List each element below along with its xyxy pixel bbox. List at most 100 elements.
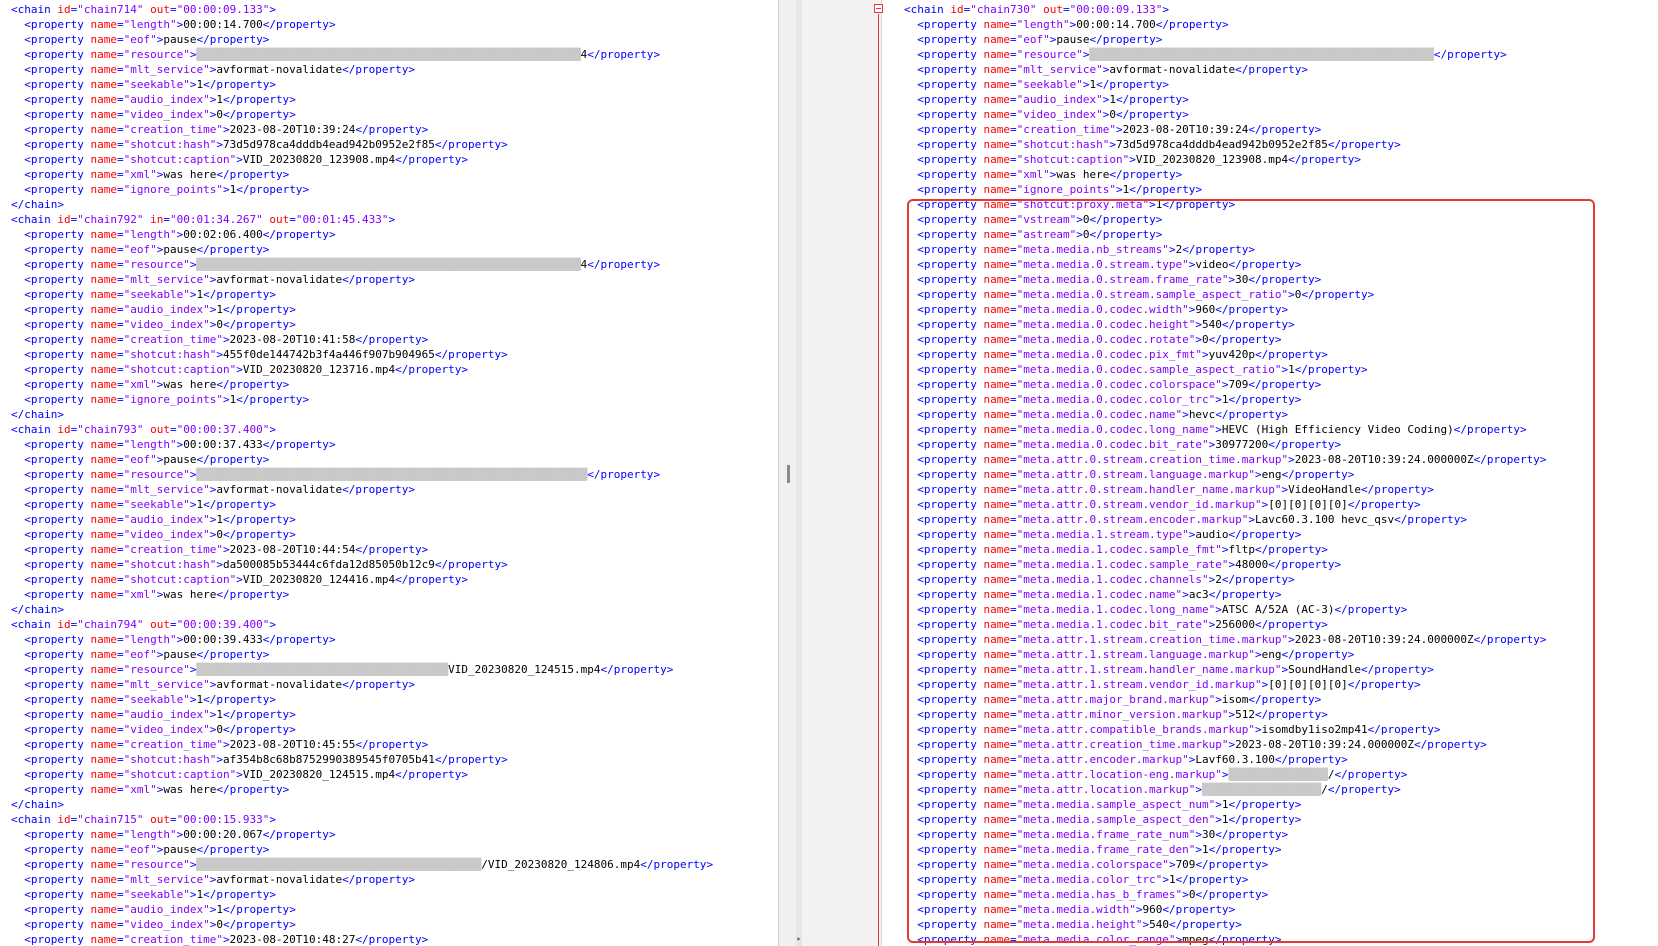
code-line[interactable]: <property name="creation_time">2023-08-2…	[0, 122, 778, 137]
code-token: "shotcut:caption"	[123, 768, 237, 781]
code-line[interactable]: 53077 <property name="eof">pause</proper…	[802, 32, 1658, 47]
code-line[interactable]: 53076 <property name="length">00:00:14.7…	[802, 17, 1658, 32]
code-line[interactable]: <property name="shotcut:caption">VID_202…	[0, 767, 778, 782]
code-line[interactable]: <property name="resource">██████████████…	[0, 47, 778, 62]
code-line[interactable]: <property name="eof">pause</property>	[0, 32, 778, 47]
code-line[interactable]: </chain>	[0, 797, 778, 812]
code-line[interactable]: <property name="seekable">1</property>	[0, 287, 778, 302]
code-line[interactable]: <property name="eof">pause</property>	[0, 842, 778, 857]
fold-minus-icon[interactable]	[874, 4, 883, 13]
code-line[interactable]: <chain id="chain794" out="00:00:39.400">	[0, 617, 778, 632]
code-token: property	[30, 828, 84, 841]
code-line[interactable]: <property name="creation_time">2023-08-2…	[0, 737, 778, 752]
code-line[interactable]: <property name="length">00:00:14.700</pr…	[0, 17, 778, 32]
code-line[interactable]: <property name="eof">pause</property>	[0, 452, 778, 467]
code-line[interactable]: <property name="mlt_service">avformat-no…	[0, 482, 778, 497]
code-line[interactable]: <property name="shotcut:hash">af354b8c68…	[0, 752, 778, 767]
code-line[interactable]: 53086 <property name="xml">was here</pro…	[802, 167, 1658, 182]
code-token: >	[302, 393, 310, 406]
left-editor-pane[interactable]: <chain id="chain714" out="00:00:09.133">…	[0, 0, 778, 946]
code-line[interactable]: </chain>	[0, 602, 778, 617]
code-line[interactable]: <property name="eof">pause</property>	[0, 242, 778, 257]
code-line[interactable]: <property name="xml">was here</property>	[0, 782, 778, 797]
code-line[interactable]: <property name="length">00:00:37.433</pr…	[0, 437, 778, 452]
code-token: property	[229, 168, 283, 181]
code-line[interactable]: <property name="shotcut:hash">455f0de144…	[0, 347, 778, 362]
code-line[interactable]: <property name="xml">was here</property>	[0, 377, 778, 392]
code-line[interactable]: 53084 <property name="shotcut:hash">73d5…	[802, 137, 1658, 152]
code-line[interactable]: <chain id="chain793" out="00:00:37.400">	[0, 422, 778, 437]
code-line[interactable]: <property name="shotcut:hash">73d5d978ca…	[0, 137, 778, 152]
code-line[interactable]: <property name="creation_time">2023-08-2…	[0, 542, 778, 557]
code-line[interactable]: <property name="eof">pause</property>	[0, 647, 778, 662]
code-line[interactable]: </chain>	[0, 197, 778, 212]
code-token: out	[150, 3, 170, 16]
code-line[interactable]: <property name="video_index">0</property…	[0, 107, 778, 122]
splitter-grip-icon[interactable]	[787, 465, 790, 483]
code-line[interactable]: 53079 <property name="mlt_service">avfor…	[802, 62, 1658, 77]
code-token: >	[1354, 153, 1362, 166]
code-line[interactable]: <property name="xml">was here</property>	[0, 587, 778, 602]
code-line[interactable]: <property name="resource">██████████████…	[0, 467, 778, 482]
code-line[interactable]: <chain id="chain715" out="00:00:15.933">	[0, 812, 778, 827]
code-token: "creation_time"	[123, 738, 223, 751]
code-line[interactable]: <property name="mlt_service">avformat-no…	[0, 272, 778, 287]
code-token: >	[216, 138, 223, 151]
code-line[interactable]: <property name="mlt_service">avformat-no…	[0, 677, 778, 692]
code-token: name	[983, 168, 1010, 181]
code-line[interactable]: <property name="seekable">1</property>	[0, 887, 778, 902]
code-line[interactable]: <property name="length">00:00:20.067</pr…	[0, 827, 778, 842]
code-line[interactable]: <chain id="chain792" in="00:01:34.267" o…	[0, 212, 778, 227]
code-line[interactable]: <property name="audio_index">1</property…	[0, 92, 778, 107]
code-line[interactable]: <property name="video_index">0</property…	[0, 722, 778, 737]
code-token: >	[1182, 93, 1189, 106]
code-line[interactable]: <property name="shotcut:caption">VID_202…	[0, 572, 778, 587]
code-line[interactable]: <property name="shotcut:caption">VID_202…	[0, 152, 778, 167]
code-line[interactable]: 53075<chain id="chain730" out="00:00:09.…	[802, 2, 1658, 17]
code-line[interactable]: <property name="resource">██████████████…	[0, 857, 778, 872]
code-line[interactable]: <property name="video_index">0</property…	[0, 317, 778, 332]
code-line[interactable]: <property name="seekable">1</property>	[0, 692, 778, 707]
code-line[interactable]: <property name="length">00:00:39.433</pr…	[0, 632, 778, 647]
code-line[interactable]: <property name="ignore_points">1</proper…	[0, 182, 778, 197]
code-line[interactable]: <property name="length">00:02:06.400</pr…	[0, 227, 778, 242]
code-line[interactable]: 53082 <property name="video_index">0</pr…	[802, 107, 1658, 122]
code-line[interactable]: <property name="audio_index">1</property…	[0, 902, 778, 917]
code-line[interactable]: <property name="ignore_points">1</proper…	[0, 392, 778, 407]
code-line[interactable]: <property name="seekable">1</property>	[0, 497, 778, 512]
code-line[interactable]: 53078 <property name="resource">████████…	[802, 47, 1658, 62]
code-token: property	[30, 573, 84, 586]
code-line[interactable]: 53083 <property name="creation_time">202…	[802, 122, 1658, 137]
code-line[interactable]: <property name="creation_time">2023-08-2…	[0, 332, 778, 347]
code-token: "audio_index"	[123, 513, 210, 526]
code-line[interactable]: </chain>	[0, 407, 778, 422]
code-line[interactable]: 53080 <property name="seekable">1</prope…	[802, 77, 1658, 92]
code-line[interactable]: <property name="resource">██████████████…	[0, 662, 778, 677]
code-line[interactable]: 53087 <property name="ignore_points">1</…	[802, 182, 1658, 197]
code-line[interactable]: <property name="mlt_service">avformat-no…	[0, 62, 778, 77]
code-token: property	[30, 348, 84, 361]
code-line[interactable]: <property name="shotcut:caption">VID_202…	[0, 362, 778, 377]
code-line[interactable]: <property name="resource">██████████████…	[0, 257, 778, 272]
code-line[interactable]: 53085 <property name="shotcut:caption">V…	[802, 152, 1658, 167]
code-token: out	[150, 423, 170, 436]
code-line[interactable]: <chain id="chain714" out="00:00:09.133">	[0, 2, 778, 17]
code-line[interactable]: <property name="mlt_service">avformat-no…	[0, 872, 778, 887]
code-line[interactable]: <property name="video_index">0</property…	[0, 917, 778, 932]
code-line[interactable]: <property name="video_index">0</property…	[0, 527, 778, 542]
code-line[interactable]: <property name="audio_index">1</property…	[0, 707, 778, 722]
code-line[interactable]: <property name="xml">was here</property>	[0, 167, 778, 182]
code-token: >	[501, 348, 508, 361]
code-line[interactable]: <property name="creation_time">2023-08-2…	[0, 932, 778, 946]
code-line[interactable]: <property name="shotcut:hash">da500085b5…	[0, 557, 778, 572]
code-line[interactable]: <property name="audio_index">1</property…	[0, 302, 778, 317]
code-line[interactable]: <property name="audio_index">1</property…	[0, 512, 778, 527]
code-line[interactable]: 53081 <property name="audio_index">1</pr…	[802, 92, 1658, 107]
code-line[interactable]: <property name="seekable">1</property>	[0, 77, 778, 92]
